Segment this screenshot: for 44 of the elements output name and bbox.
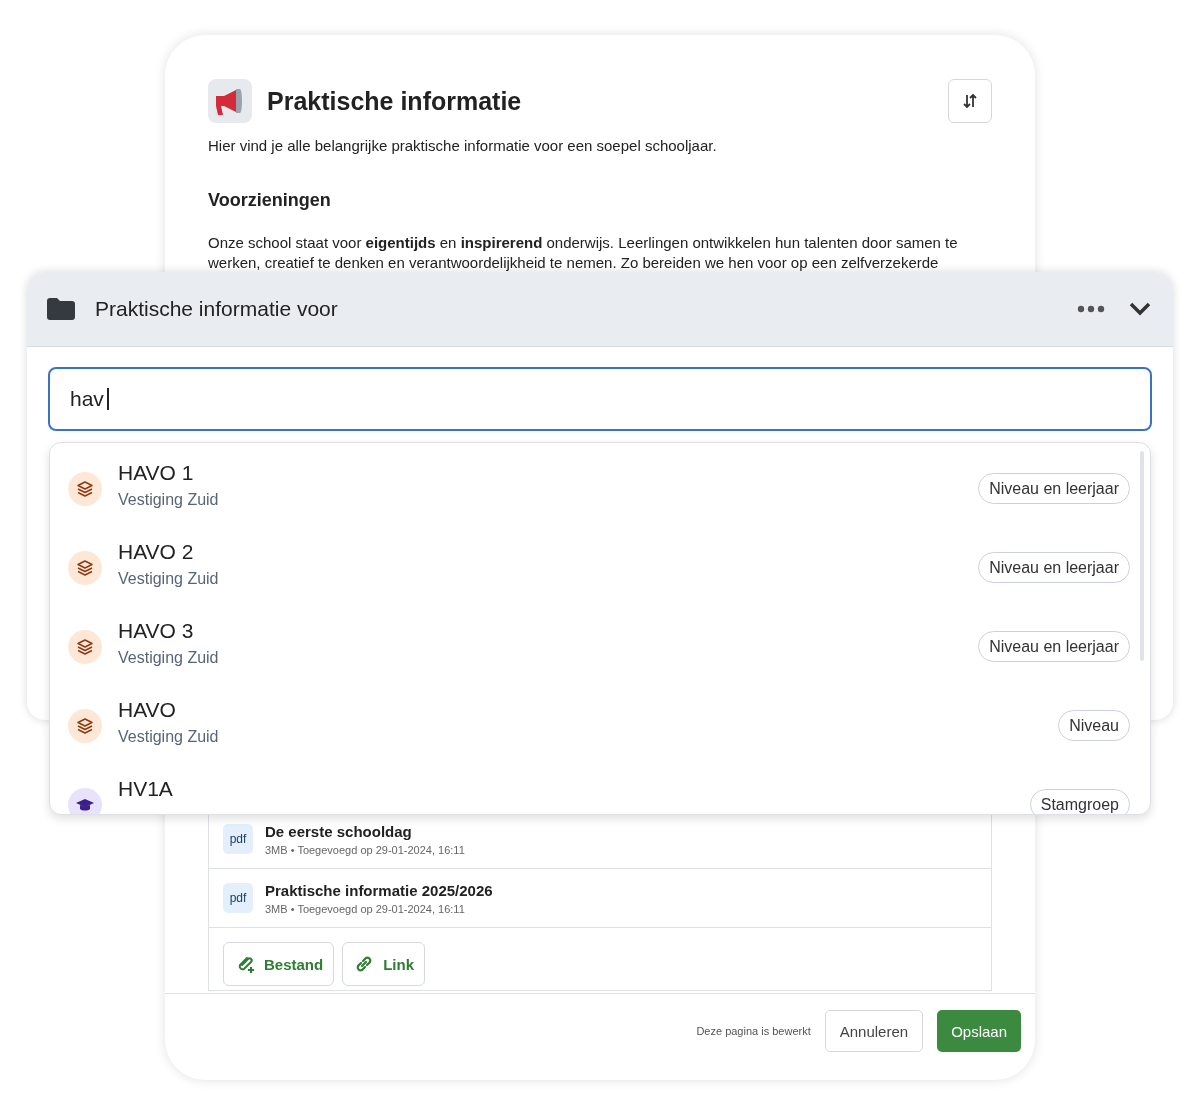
scrollbar[interactable]: [1140, 451, 1144, 661]
paragraph: Onze school staat voor eigentijds en inspirerend onderwijs. Leerlingen ontwikkelen hun talenten door samen te werken, creatief te denken en verantwoordelijkheid te nemen. Zo bereiden we hen voor op een zelfverzekerde: [208, 233, 959, 272]
result-title: HAVO 1: [118, 460, 195, 485]
panel-title: Praktische informatie voor: [95, 297, 339, 321]
result-item[interactable]: HAVO 3 Vestiging Zuid Niveau en leerjaar: [50, 607, 1150, 686]
chevron-down-icon[interactable]: [1129, 302, 1151, 316]
result-title: HAVO: [118, 697, 177, 722]
result-subtitle: Vestiging Zuid: [118, 569, 220, 588]
file-type-badge: pdf: [223, 824, 253, 854]
page-title: Praktische informatie: [267, 86, 523, 116]
result-title: HV1A: [118, 776, 174, 801]
result-item[interactable]: HAVO 2 Vestiging Zuid Niveau en leerjaar: [50, 528, 1150, 607]
result-item[interactable]: HAVO 1 Vestiging Zuid Niveau en leerjaar: [50, 449, 1150, 528]
layers-icon: [76, 637, 94, 656]
layers-icon: [76, 558, 94, 577]
file-name[interactable]: Praktische informatie 2025/2026: [265, 881, 493, 899]
search-field[interactable]: hav: [48, 367, 1152, 431]
file-name[interactable]: De eerste schooldag: [265, 822, 465, 840]
sort-icon: [962, 93, 978, 109]
add-link-button[interactable]: Link: [342, 942, 426, 986]
folder-icon: [47, 298, 75, 320]
edit-status: Deze pagina is bewerkt: [696, 1025, 811, 1037]
result-item[interactable]: HAVO Vestiging Zuid Niveau: [50, 686, 1150, 765]
layers-icon: [76, 479, 94, 498]
file-type-badge: pdf: [223, 883, 253, 913]
file-meta: 3MB • Toegevoegd op 29-01-2024, 16:11: [265, 843, 465, 856]
cancel-button[interactable]: Annuleren: [824, 1010, 924, 1052]
add-file-button[interactable]: Bestand: [223, 942, 335, 986]
layers-icon: [76, 716, 94, 735]
intro-text: Hier vind je alle belangrijke praktische informatie voor een soepel schooljaar.: [208, 137, 718, 154]
save-button[interactable]: Opslaan: [937, 1010, 1021, 1052]
section-heading: Voorzieningen: [208, 190, 332, 211]
more-icon[interactable]: [1077, 305, 1105, 313]
result-item[interactable]: HV1A Stamgroep: [50, 765, 1150, 814]
megaphone-icon: [208, 79, 252, 123]
result-subtitle: Vestiging Zuid: [118, 727, 220, 746]
sort-button[interactable]: [948, 79, 992, 123]
result-title: HAVO 2: [118, 539, 195, 564]
result-subtitle: Vestiging Zuid: [118, 490, 220, 509]
text-cursor: [106, 388, 109, 410]
result-subtitle: Vestiging Zuid: [118, 648, 220, 667]
result-title: HAVO 3: [118, 618, 195, 643]
graduation-cap-icon: [76, 797, 94, 812]
file-meta: 3MB • Toegevoegd op 29-01-2024, 16:11: [265, 902, 466, 915]
